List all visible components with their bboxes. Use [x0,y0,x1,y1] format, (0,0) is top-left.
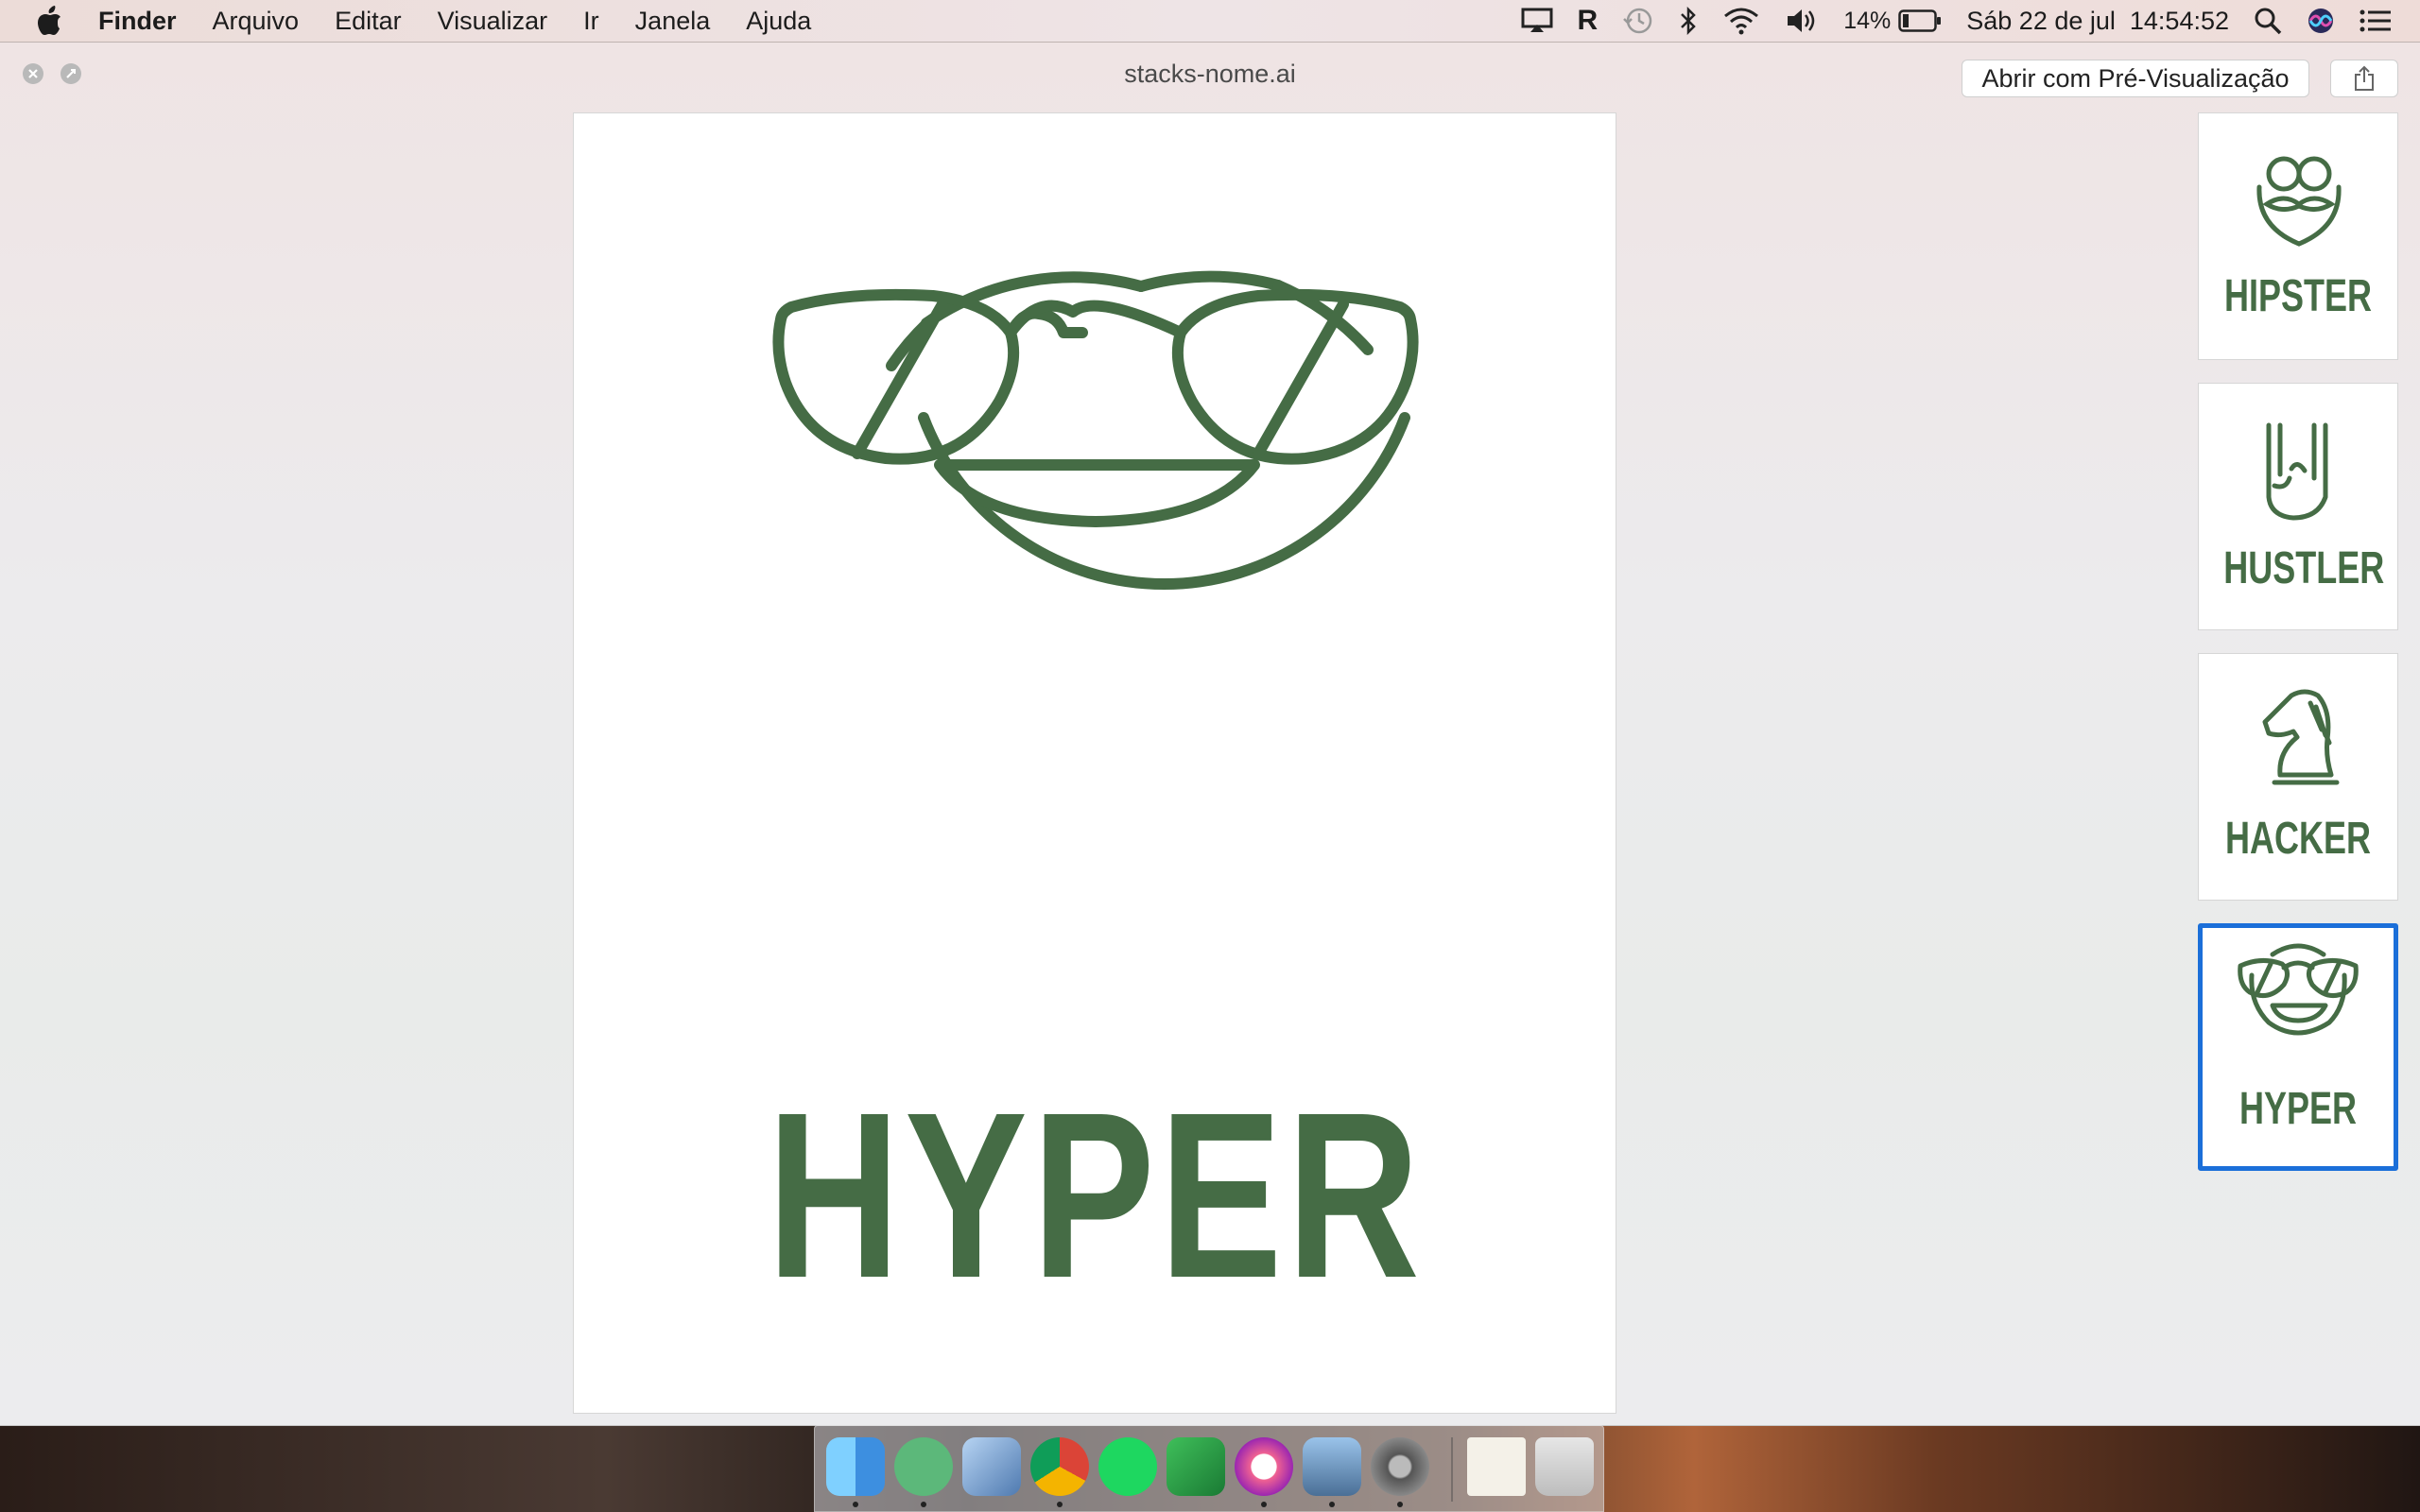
running-indicator [1057,1502,1063,1507]
sunglasses-smile-icon [2238,943,2359,1036]
dock-itunes-icon[interactable] [1235,1437,1293,1496]
menu-arquivo[interactable]: Arquivo [213,7,300,36]
menu-datetime[interactable]: Sáb 22 de jul 14:54:52 [1966,7,2229,36]
document-title: HYPER [767,1063,1425,1327]
thumbnail-hyper[interactable]: HYPER [2198,923,2398,1171]
menu-bar: Finder Arquivo Editar Visualizar Ir Jane… [0,0,2420,43]
thumbnail-label: HYPER [2238,1084,2358,1134]
quick-look-window: stacks-nome.ai Abrir com Pré-Visualizaçã… [0,43,2420,1426]
running-indicator [1397,1502,1403,1507]
thumbnail-label: HIPSTER [2223,271,2373,321]
dock-preview-eagle-icon[interactable] [962,1437,1021,1496]
siri-icon[interactable] [2307,4,2335,38]
r-icon[interactable]: R [1578,4,1599,38]
dock [814,1425,1604,1512]
dock-excel-icon[interactable] [1167,1437,1225,1496]
battery-percent: 14% [1843,7,1892,34]
document-page: HYPER [573,112,1616,1414]
dock-trash-icon[interactable] [1535,1437,1594,1496]
menu-editar[interactable]: Editar [335,7,402,36]
hipster-face-icon [2256,156,2342,247]
menu-app-name[interactable]: Finder [98,7,177,36]
menu-janela[interactable]: Janela [635,7,711,36]
volume-icon[interactable] [1785,4,1819,38]
apple-icon[interactable] [36,6,74,36]
menu-ir[interactable]: Ir [583,7,599,36]
running-indicator [1261,1502,1267,1507]
thumbnail-hustler[interactable]: HUSTLER [2198,383,2398,630]
bluetooth-icon[interactable] [1679,4,1698,38]
notification-center-icon[interactable] [2360,4,2392,38]
menu-ajuda[interactable]: Ajuda [746,7,811,36]
dock-document-icon[interactable] [1467,1437,1526,1496]
share-button[interactable] [2330,60,2398,97]
dock-image-capture-icon[interactable] [1303,1437,1361,1496]
dock-spotify-icon[interactable] [1098,1437,1157,1496]
chess-knight-icon [2262,689,2340,785]
dock-system-preferences-icon[interactable] [1371,1437,1429,1496]
running-indicator [853,1502,858,1507]
time-machine-icon[interactable] [1622,4,1654,38]
open-with-preview-button[interactable]: Abrir com Pré-Visualização [1962,60,2309,97]
wifi-icon[interactable] [1722,4,1760,38]
battery-icon[interactable] [1898,4,1942,38]
thumbnail-hacker[interactable]: HACKER [2198,653,2398,901]
dock-finder-icon[interactable] [826,1437,885,1496]
running-indicator [921,1502,926,1507]
dock-atom-icon[interactable] [894,1437,953,1496]
dock-chrome-icon[interactable] [1030,1437,1089,1496]
thumbnail-hipster[interactable]: HIPSTER [2198,112,2398,360]
running-indicator [1329,1502,1335,1507]
sunglasses-smile-icon [772,270,1419,591]
search-icon[interactable] [2254,4,2282,38]
thumbnail-label: HACKER [2224,814,2372,864]
rock-hand-icon [2266,422,2328,521]
menu-visualizar[interactable]: Visualizar [438,7,548,36]
airplay-icon[interactable] [1521,4,1553,38]
share-icon [2355,65,2374,91]
thumbnail-label: HUSTLER [2223,543,2385,593]
dock-separator [1451,1437,1453,1502]
